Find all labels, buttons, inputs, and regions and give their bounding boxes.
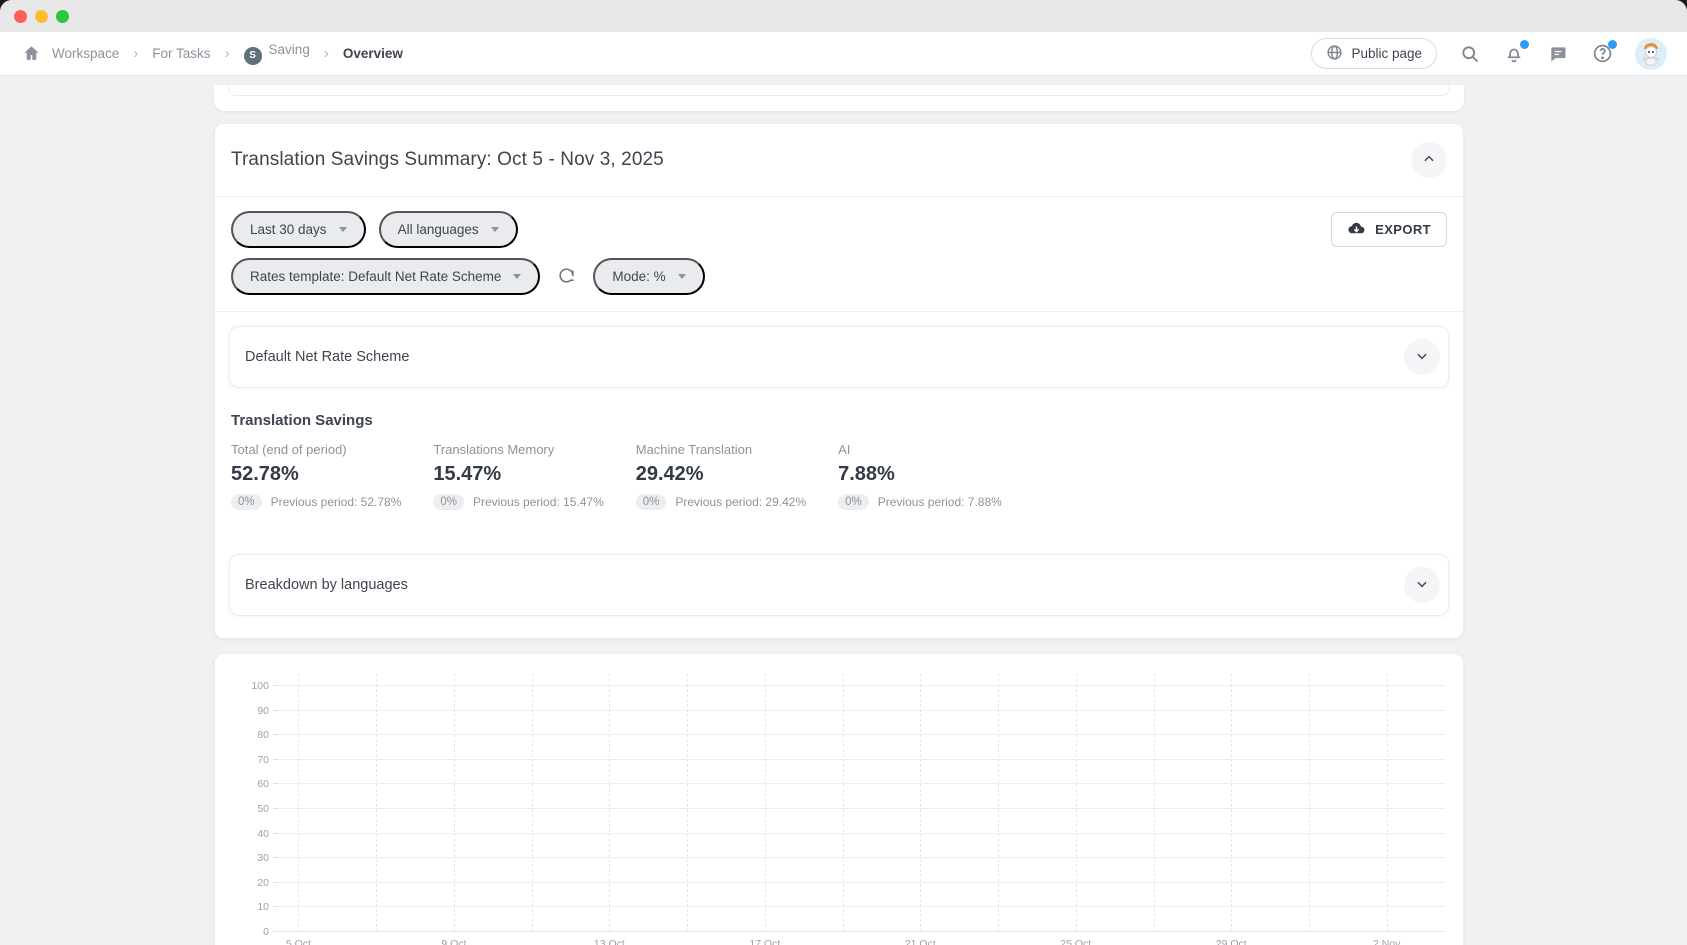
rates-template-select[interactable]: Rates template: Default Net Rate Scheme: [231, 258, 540, 295]
stacked-bar-chart: 0102030405060708090100 5 Oct 9 Oct 13 Oct 1…: [279, 686, 1445, 945]
filters-section: Last 30 days All languages: [215, 197, 1463, 311]
chat-icon[interactable]: [1547, 43, 1569, 65]
x-tick-label: 21 Oct: [905, 938, 936, 945]
previous-card-partial: [214, 85, 1464, 111]
notifications-bell-icon[interactable]: [1503, 43, 1525, 65]
savings-stats: Total (end of period) 52.78% 0% Previous…: [215, 429, 1463, 534]
chevron-down-icon: [1415, 577, 1429, 594]
breadcrumb-item-for-tasks[interactable]: For Tasks: [152, 46, 210, 61]
chevron-up-icon: [1422, 152, 1436, 169]
delta-badge: 0%: [636, 494, 667, 510]
stat-machine-translation: Machine Translation 29.42% 0% Previous p…: [636, 442, 806, 510]
stat-ai: AI 7.88% 0% Previous period: 7.88%: [838, 442, 1002, 510]
y-tick-label: 20: [235, 877, 269, 889]
refresh-button[interactable]: [553, 262, 580, 292]
summary-card-title: Translation Savings Summary: Oct 5 - Nov…: [231, 149, 664, 171]
delta-badge: 0%: [231, 494, 262, 510]
chevron-down-icon: [1415, 349, 1429, 366]
notification-dot: [1608, 40, 1617, 49]
y-tick-label: 10: [235, 901, 269, 913]
chevron-right-icon: ›: [225, 45, 230, 62]
y-tick-label: 0: [235, 926, 269, 938]
x-tick-label: 25 Oct: [1060, 938, 1091, 945]
y-tick-label: 30: [235, 852, 269, 864]
top-navigation-bar: Workspace › For Tasks › SSaving › Overvi…: [0, 32, 1687, 76]
user-avatar[interactable]: [1635, 38, 1667, 70]
y-tick-label: 40: [235, 828, 269, 840]
delta-badge: 0%: [433, 494, 464, 510]
search-icon[interactable]: [1459, 43, 1481, 65]
x-tick-label: 5 Oct: [286, 938, 311, 945]
breakdown-panel-title: Breakdown by languages: [245, 577, 408, 593]
breadcrumb-item-saving[interactable]: SSaving: [244, 42, 310, 65]
public-page-button[interactable]: Public page: [1311, 38, 1437, 69]
y-tick-label: 60: [235, 778, 269, 790]
export-button[interactable]: EXPORT: [1331, 212, 1447, 247]
breadcrumb-item-overview[interactable]: Overview: [343, 46, 403, 61]
chart-plot: 0102030405060708090100: [279, 686, 1445, 932]
minimize-window-button[interactable]: [35, 10, 48, 23]
chevron-down-icon: [513, 274, 521, 279]
notification-dot: [1520, 40, 1529, 49]
delta-badge: 0%: [838, 494, 869, 510]
cloud-download-icon: [1347, 219, 1366, 241]
chevron-down-icon: [678, 274, 686, 279]
globe-icon: [1326, 44, 1343, 64]
chevron-right-icon: ›: [133, 45, 138, 62]
refresh-icon: [557, 266, 576, 288]
zoom-window-button[interactable]: [56, 10, 69, 23]
y-tick-label: 90: [235, 705, 269, 717]
stat-translations-memory: Translations Memory 15.47% 0% Previous p…: [433, 442, 603, 510]
savings-chart-card: 0102030405060708090100 5 Oct9 Oct13 Oct1…: [214, 653, 1464, 945]
rate-scheme-panel-title: Default Net Rate Scheme: [245, 349, 409, 365]
chevron-right-icon: ›: [324, 45, 329, 62]
date-range-select[interactable]: Last 30 days: [231, 211, 366, 248]
close-window-button[interactable]: [14, 10, 27, 23]
project-badge: S: [244, 47, 262, 65]
titlebar: [0, 0, 1687, 32]
y-tick-label: 70: [235, 754, 269, 766]
expand-breakdown-button[interactable]: [1404, 567, 1440, 603]
translation-savings-summary-card: Translation Savings Summary: Oct 5 - Nov…: [214, 123, 1464, 639]
breadcrumb-item-workspace[interactable]: Workspace: [52, 46, 119, 61]
chevron-down-icon: [339, 227, 347, 232]
previous-panel-partial: [228, 79, 1450, 96]
divider: [215, 311, 1463, 312]
translation-savings-heading: Translation Savings: [231, 412, 1447, 429]
breakdown-panel: Breakdown by languages: [229, 554, 1449, 616]
y-tick-label: 80: [235, 729, 269, 741]
home-icon[interactable]: [20, 43, 42, 65]
x-tick-label: 17 Oct: [749, 938, 780, 945]
page-content: Translation Savings Summary: Oct 5 - Nov…: [0, 77, 1687, 945]
mode-select[interactable]: Mode: %: [593, 258, 704, 295]
y-tick-label: 50: [235, 803, 269, 815]
expand-rate-scheme-button[interactable]: [1404, 339, 1440, 375]
x-tick-label: 2 Nov: [1373, 938, 1400, 945]
stat-total: Total (end of period) 52.78% 0% Previous…: [231, 442, 401, 510]
bars-layer: [279, 686, 1445, 932]
chevron-down-icon: [491, 227, 499, 232]
x-tick-label: 9 Oct: [441, 938, 466, 945]
help-icon[interactable]: [1591, 43, 1613, 65]
languages-select[interactable]: All languages: [379, 211, 518, 248]
x-tick-label: 29 Oct: [1216, 938, 1247, 945]
collapse-section-button[interactable]: [1411, 142, 1447, 178]
y-tick-label: 100: [235, 680, 269, 692]
x-tick-label: 13 Oct: [594, 938, 625, 945]
rate-scheme-panel: Default Net Rate Scheme: [229, 326, 1449, 388]
chart-x-axis: 5 Oct 9 Oct 13 Oct 17 Oct 21 Oct 25 Oct 29 Oct…: [279, 938, 1445, 945]
app-window: Workspace › For Tasks › SSaving › Overvi…: [0, 0, 1687, 945]
